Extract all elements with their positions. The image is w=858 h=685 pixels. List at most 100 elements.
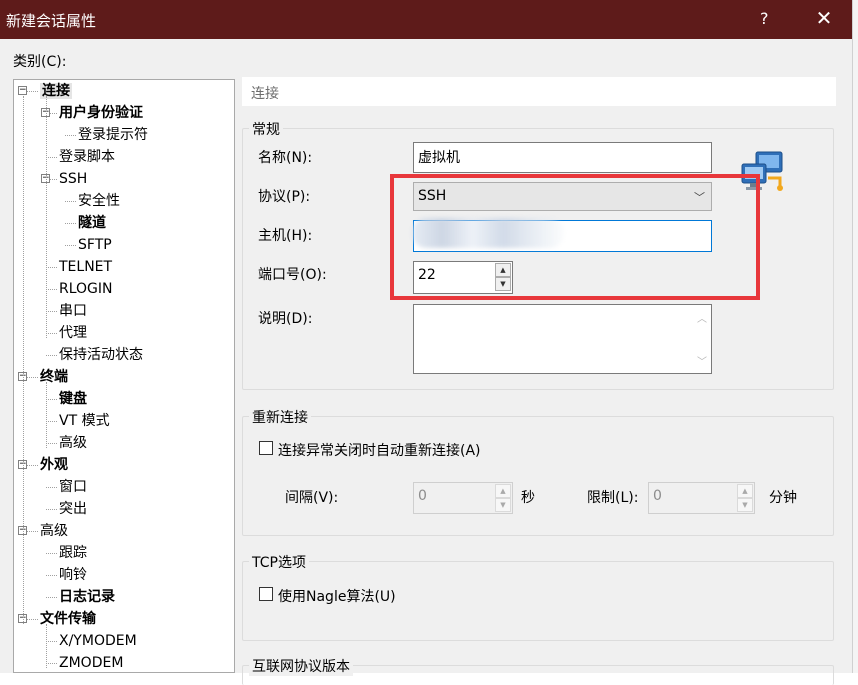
tree-item[interactable]: 终端: [40, 366, 68, 388]
description-scrollbar[interactable]: ︿ ﹀: [693, 305, 711, 373]
tree-item-label: 窗口: [59, 479, 87, 495]
category-tree[interactable]: 连接 − 用户身份验证 − 登录提示符 登录脚本 SSH − 安全性 隧道 SFTP TELNET RL…: [13, 79, 235, 673]
description-textarea[interactable]: ︿ ﹀: [413, 304, 712, 374]
interval-spinner[interactable]: 0 ▲ ▼: [413, 482, 513, 514]
close-button[interactable]: ✕: [810, 6, 838, 30]
tree-item[interactable]: ZMODEM: [59, 652, 123, 672]
tree-item-label: 保持活动状态: [59, 347, 143, 363]
tree-item-label: 用户身份验证: [59, 105, 143, 121]
spin-up-icon[interactable]: ▲: [495, 484, 511, 498]
tree-item[interactable]: 隧道: [78, 212, 106, 234]
tree-connector: [46, 641, 57, 642]
tree-connector: [46, 421, 57, 422]
auto-reconnect-label[interactable]: 连接异常关闭时自动重新连接(A): [278, 440, 481, 460]
tree-connector: [46, 575, 57, 576]
tree-item-label: 跟踪: [59, 545, 87, 561]
reconnect-group: [242, 416, 834, 536]
tree-item[interactable]: VT 模式: [59, 410, 110, 432]
auto-reconnect-checkbox[interactable]: [259, 441, 273, 455]
help-button[interactable]: ?: [760, 9, 769, 28]
port-label: 端口号(O):: [258, 267, 327, 283]
tree-connector: [46, 399, 57, 400]
tree-item[interactable]: X/YMODEM: [59, 630, 137, 652]
tree-item[interactable]: 日志记录: [59, 586, 115, 608]
background-window-edge: [852, 0, 858, 673]
tree-item[interactable]: 响铃: [59, 564, 87, 586]
tree-item[interactable]: 连接: [40, 80, 72, 102]
tree-item[interactable]: 文件传输: [40, 608, 96, 630]
interval-label: 间隔(V):: [285, 490, 339, 506]
tree-item-label: 突出: [59, 501, 87, 517]
tree-item-label: 连接: [40, 83, 72, 99]
tree-item-label: 高级: [59, 435, 87, 451]
tree-item-label: 代理: [59, 325, 87, 341]
tree-connector: [46, 333, 57, 334]
nagle-checkbox[interactable]: [259, 587, 273, 601]
tree-item-label: 登录提示符: [78, 127, 148, 143]
interval-value: 0: [418, 488, 427, 504]
tree-item[interactable]: 串口: [59, 300, 87, 322]
tree-collapse-icon[interactable]: −: [18, 86, 27, 95]
tree-item[interactable]: 保持活动状态: [59, 344, 143, 366]
spin-down-icon[interactable]: ▼: [737, 498, 753, 512]
tree-connector: [65, 201, 76, 202]
tree-item-label: 外观: [40, 457, 68, 473]
tree-item-label: 串口: [59, 303, 87, 319]
tree-guide-line: [23, 96, 24, 624]
tree-connector: [46, 509, 57, 510]
tree-item-label: X/YMODEM: [59, 633, 137, 649]
tree-item[interactable]: 高级: [59, 432, 87, 454]
tree-item-label: 登录脚本: [59, 149, 115, 165]
tree-connector: [46, 663, 57, 664]
ip-version-group-title: 互联网协议版本: [249, 656, 353, 676]
tree-connector: [46, 267, 57, 268]
tree-item[interactable]: 安全性: [78, 190, 120, 212]
tree-connector: [46, 597, 57, 598]
section-header-label: 连接: [251, 86, 279, 102]
scroll-down-icon[interactable]: ﹀: [697, 353, 707, 368]
tree-item[interactable]: 键盘: [59, 388, 87, 410]
interval-unit: 秒: [521, 490, 535, 506]
tree-connector: [65, 135, 76, 136]
tree-item[interactable]: 代理: [59, 322, 87, 344]
tree-item[interactable]: 窗口: [59, 476, 87, 498]
protocol-label: 协议(P):: [258, 189, 311, 205]
tree-item[interactable]: 突出: [59, 498, 87, 520]
tree-connector: [46, 443, 57, 444]
tree-connector: [46, 289, 57, 290]
tree-item-label: 日志记录: [59, 589, 115, 605]
spin-down-icon[interactable]: ▼: [495, 498, 511, 512]
scroll-up-icon[interactable]: ︿: [697, 310, 707, 325]
highlight-annotation: [390, 174, 760, 300]
tree-item[interactable]: 登录提示符: [78, 124, 148, 146]
tree-item[interactable]: 外观: [40, 454, 68, 476]
tree-item-label: TELNET: [59, 259, 113, 275]
spin-up-icon[interactable]: ▲: [737, 484, 753, 498]
name-input[interactable]: 虚拟机: [413, 142, 712, 173]
tree-item-label: 文件传输: [40, 611, 96, 627]
tcp-options-group-title: TCP选项: [249, 552, 309, 572]
tree-item[interactable]: 用户身份验证: [59, 102, 143, 124]
tree-item-label: 隧道: [78, 215, 106, 231]
tree-item[interactable]: SSH: [59, 168, 87, 190]
tree-item[interactable]: 跟踪: [59, 542, 87, 564]
tree-item-label: 响铃: [59, 567, 87, 583]
tree-item[interactable]: 登录脚本: [59, 146, 115, 168]
tree-connector: [65, 245, 76, 246]
window-title: 新建会话属性: [6, 12, 97, 30]
tree-item-label: 终端: [40, 369, 68, 385]
limit-label: 限制(L):: [587, 490, 639, 506]
host-label: 主机(H):: [258, 228, 313, 244]
tree-connector: [46, 311, 57, 312]
tree-item[interactable]: TELNET: [59, 256, 112, 278]
tree-item[interactable]: 高级: [40, 520, 68, 542]
title-bar: 新建会话属性 ? ✕: [0, 0, 852, 39]
tree-guide-line: [46, 624, 47, 668]
tree-item-label: 安全性: [78, 193, 120, 209]
limit-spinner[interactable]: 0 ▲ ▼: [648, 482, 755, 514]
tree-item[interactable]: SFTP: [78, 234, 112, 256]
tree-item-label: VT 模式: [59, 413, 110, 429]
tree-item-label: 键盘: [59, 391, 87, 407]
tree-item[interactable]: RLOGIN: [59, 278, 113, 300]
nagle-label[interactable]: 使用Nagle算法(U): [278, 586, 396, 606]
